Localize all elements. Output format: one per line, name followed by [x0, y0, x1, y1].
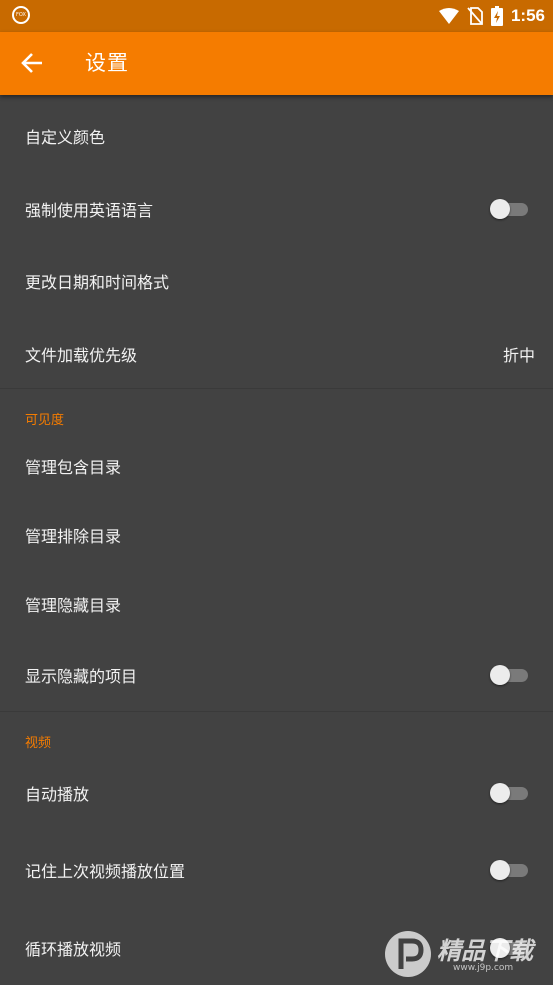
toggle-thumb — [490, 783, 510, 803]
setting-label: 循环播放视频 — [25, 939, 122, 959]
app-toolbar: 设置 — [0, 32, 553, 95]
setting-label: 管理隐藏目录 — [25, 596, 122, 615]
show-hidden-toggle[interactable] — [490, 665, 528, 685]
watermark-logo-icon — [385, 931, 431, 977]
setting-label: 显示隐藏的项目 — [25, 667, 138, 686]
watermark-text: 精品下载 — [437, 937, 533, 965]
section-divider — [0, 711, 553, 712]
setting-force-english[interactable]: 强制使用英语语言 — [0, 174, 553, 244]
setting-label: 更改日期和时间格式 — [25, 273, 170, 292]
setting-label: 自定义颜色 — [25, 127, 106, 147]
battery-charging-icon — [490, 6, 503, 26]
settings-list: 自定义颜色 强制使用英语语言 更改日期和时间格式 文件加载优先级 折中 可见度 … — [0, 95, 553, 985]
watermark-url: www.j9p.com — [453, 963, 514, 973]
remember-position-toggle[interactable] — [490, 860, 528, 880]
status-icons: 1:56 — [438, 0, 545, 32]
page-title: 设置 — [85, 51, 129, 75]
arrow-back-icon[interactable] — [20, 47, 48, 79]
setting-file-loading-priority[interactable]: 文件加载优先级 折中 — [0, 318, 553, 390]
section-divider — [0, 388, 553, 389]
app-notification-icon: FOX — [12, 6, 30, 24]
setting-autoplay[interactable]: 自动播放 — [0, 756, 553, 830]
toggle-thumb — [490, 199, 510, 219]
no-sim-icon — [467, 7, 483, 25]
setting-label: 强制使用英语语言 — [25, 201, 154, 220]
section-header-video: 视频 — [25, 736, 52, 751]
setting-date-time-format[interactable]: 更改日期和时间格式 — [0, 244, 553, 318]
setting-manage-excluded-folders[interactable]: 管理排除目录 — [0, 499, 553, 571]
setting-manage-hidden-folders[interactable]: 管理隐藏目录 — [0, 571, 553, 637]
section-header-visibility: 可见度 — [25, 413, 65, 428]
setting-custom-colors[interactable]: 自定义颜色 — [0, 97, 553, 174]
setting-label: 记住上次视频播放位置 — [25, 862, 186, 881]
autoplay-toggle[interactable] — [490, 783, 528, 803]
toggle-thumb — [490, 665, 510, 685]
setting-label: 管理排除目录 — [25, 527, 122, 546]
setting-label: 文件加载优先级 — [25, 346, 138, 365]
force-english-toggle[interactable] — [490, 199, 528, 219]
setting-manage-included-folders[interactable]: 管理包含目录 — [0, 433, 553, 499]
setting-value: 折中 — [502, 346, 535, 365]
setting-label: 自动播放 — [25, 785, 90, 804]
setting-show-hidden-items[interactable]: 显示隐藏的项目 — [0, 637, 553, 713]
clock: 1:56 — [510, 6, 545, 25]
status-bar: FOX 1:56 — [0, 0, 553, 32]
wifi-icon — [438, 8, 459, 24]
setting-label: 管理包含目录 — [25, 458, 122, 477]
toggle-thumb — [490, 860, 510, 880]
setting-remember-playback-position[interactable]: 记住上次视频播放位置 — [0, 830, 553, 910]
watermark: 精品下载 www.j9p.com — [385, 929, 545, 981]
